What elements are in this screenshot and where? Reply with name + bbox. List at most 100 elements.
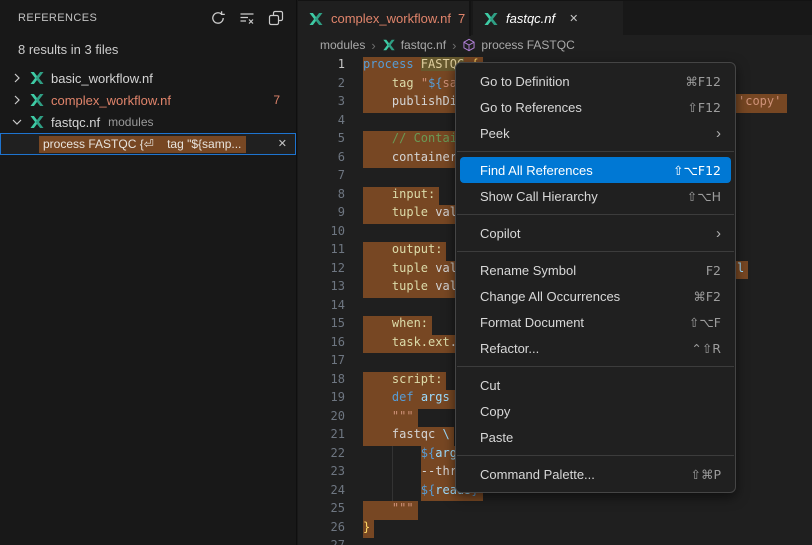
- nextflow-file-icon: [308, 11, 324, 27]
- menu-item-shortcut: ⇧⌥F: [689, 315, 721, 330]
- line-number: 8: [298, 187, 363, 206]
- menu-item-cut[interactable]: Cut: [460, 372, 731, 398]
- menu-item-label: Copy: [480, 404, 510, 419]
- line-number: 6: [298, 150, 363, 169]
- file-name: basic_workflow.nf: [51, 71, 153, 86]
- line-number: 27: [298, 538, 363, 545]
- line-number: 17: [298, 353, 363, 372]
- menu-item-label: Peek: [480, 126, 510, 141]
- menu-item-shortcut: F2: [706, 263, 721, 278]
- menu-separator: [457, 151, 734, 152]
- references-panel: REFERENCES 8 results in 3 files basic_wo…: [0, 0, 297, 545]
- menu-item-peek[interactable]: Peek ›: [460, 120, 731, 146]
- line-number: 14: [298, 298, 363, 317]
- menu-item-go-to-references[interactable]: Go to References ⇧F12: [460, 94, 731, 120]
- line-number: 24: [298, 483, 363, 502]
- reference-file-row-fastqc-nf[interactable]: fastqc.nfmodules: [0, 111, 296, 133]
- menu-item-shortcut: ⇧⌥F12: [673, 163, 721, 178]
- menu-item-copilot[interactable]: Copilot›: [460, 220, 731, 246]
- nextflow-file-icon: [29, 114, 45, 130]
- line-number: 19: [298, 390, 363, 409]
- breadcrumb: modules › fastqc.nf › process FASTQC: [298, 35, 812, 55]
- breadcrumb-item-process-fastqc[interactable]: process FASTQC: [462, 38, 574, 52]
- breadcrumb-item-modules[interactable]: modules: [320, 38, 365, 52]
- nextflow-file-icon: [29, 70, 45, 86]
- file-description: modules: [108, 115, 153, 129]
- line-number: 18: [298, 372, 363, 391]
- line-number: 20: [298, 409, 363, 428]
- menu-item-label: Copilot: [480, 226, 520, 241]
- collapse-all-icon[interactable]: [266, 8, 286, 28]
- tab-label: fastqc.nf: [506, 11, 555, 26]
- tab-fastqc[interactable]: fastqc.nf ✕: [473, 1, 623, 36]
- submenu-chevron-icon: ›: [716, 126, 721, 141]
- reference-file-row-complex-workflow-nf[interactable]: complex_workflow.nf7: [0, 89, 296, 111]
- menu-item-rename-symbol[interactable]: Rename Symbol F2: [460, 257, 731, 283]
- breadcrumb-item-fastqc[interactable]: fastqc.nf: [382, 38, 446, 52]
- line-number: 15: [298, 316, 363, 335]
- tab-bar: complex_workflow.nf 7 fastqc.nf ✕: [298, 0, 812, 35]
- menu-item-label: Command Palette...: [480, 467, 595, 482]
- chevron-down-icon[interactable]: [9, 114, 25, 130]
- menu-item-label: Format Document: [480, 315, 584, 330]
- menu-item-format-document[interactable]: Format Document ⇧⌥F: [460, 309, 731, 335]
- menu-item-shortcut: ⌘F12: [685, 74, 721, 89]
- menu-item-label: Go to References: [480, 100, 582, 115]
- chevron-right-icon[interactable]: [9, 92, 25, 108]
- vscode-window: REFERENCES 8 results in 3 files basic_wo…: [0, 0, 812, 545]
- line-number: 13: [298, 279, 363, 298]
- menu-item-shortcut: ⇧⌘P: [690, 467, 721, 482]
- reference-file-row-basic-workflow-nf[interactable]: basic_workflow.nf: [0, 67, 296, 89]
- tab-complex-workflow[interactable]: complex_workflow.nf 7: [298, 1, 471, 36]
- breadcrumb-separator: ›: [452, 38, 456, 53]
- editor-gutter: 1234567891011121314151617181920212223242…: [298, 57, 363, 545]
- references-tree: basic_workflow.nf complex_workflow.nf7fas…: [0, 67, 296, 155]
- nextflow-file-icon: [483, 11, 499, 27]
- results-summary: 8 results in 3 files: [0, 35, 296, 67]
- code-line[interactable]: """: [363, 501, 812, 520]
- symbol-module-icon: [462, 38, 476, 52]
- menu-item-show-call-hierarchy[interactable]: Show Call Hierarchy⇧⌥H: [460, 183, 731, 209]
- menu-item-go-to-definition[interactable]: Go to Definition ⌘F12: [460, 68, 731, 94]
- menu-item-shortcut: ⇧F12: [687, 100, 721, 115]
- line-number: 1: [298, 57, 363, 76]
- chevron-right-icon[interactable]: [9, 70, 25, 86]
- line-number: 11: [298, 242, 363, 261]
- clear-all-icon[interactable]: [237, 8, 257, 28]
- menu-item-label: Rename Symbol: [480, 263, 576, 278]
- menu-item-change-all-occurrences[interactable]: Change All Occurrences⌘F2: [460, 283, 731, 309]
- reference-match-row-selected[interactable]: process FASTQC {⏎ tag "${samp... ✕: [0, 133, 296, 155]
- line-number: 7: [298, 168, 363, 187]
- refresh-icon[interactable]: [208, 8, 228, 28]
- menu-separator: [457, 455, 734, 456]
- menu-item-find-all-references[interactable]: Find All References⇧⌥F12: [460, 157, 731, 183]
- menu-separator: [457, 251, 734, 252]
- match-preview-text: process FASTQC {⏎ tag "${samp...: [39, 136, 246, 153]
- code-line[interactable]: }: [363, 520, 812, 539]
- menu-item-command-palette[interactable]: Command Palette... ⇧⌘P: [460, 461, 731, 487]
- menu-item-refactor[interactable]: Refactor...⌃⇧R: [460, 335, 731, 361]
- line-number: 22: [298, 446, 363, 465]
- menu-item-shortcut: ⇧⌥H: [687, 189, 721, 204]
- dismiss-icon[interactable]: ✕: [278, 137, 287, 150]
- menu-item-label: Go to Definition: [480, 74, 570, 89]
- line-number: 25: [298, 501, 363, 520]
- menu-item-label: Cut: [480, 378, 500, 393]
- code-line[interactable]: [363, 538, 812, 545]
- line-number: 10: [298, 224, 363, 243]
- code-fragment: 'copy': [738, 94, 781, 108]
- line-number: 23: [298, 464, 363, 483]
- menu-item-shortcut: ⌘F2: [693, 289, 721, 304]
- line-number: 3: [298, 94, 363, 113]
- menu-item-paste[interactable]: Paste: [460, 424, 731, 450]
- close-icon[interactable]: ✕: [569, 12, 578, 25]
- line-number: 5: [298, 131, 363, 150]
- panel-title: REFERENCES: [18, 12, 97, 24]
- panel-toolbar: [208, 8, 286, 28]
- references-panel-header: REFERENCES: [0, 0, 296, 35]
- tab-problem-badge: 7: [458, 11, 465, 26]
- menu-item-copy[interactable]: Copy: [460, 398, 731, 424]
- menu-item-label: Refactor...: [480, 341, 539, 356]
- line-number: 12: [298, 261, 363, 280]
- menu-separator: [457, 366, 734, 367]
